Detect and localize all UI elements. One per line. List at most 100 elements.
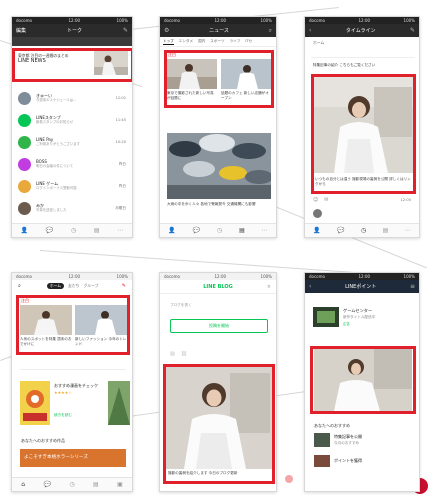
phone-screen-home: docomo 12:00 100% ⌕ ホーム 友だち グループ ✎ 注目 人気… (11, 272, 133, 492)
link-icon[interactable]: ⛓ (181, 351, 187, 357)
timeline-header: ‹ タイムライン ✎ (305, 24, 419, 37)
timeline-tab[interactable]: ホーム (313, 40, 324, 46)
chat-preview: 明日の会議の件について (36, 164, 74, 169)
chat-time: 12:01 (115, 96, 126, 100)
clock-label: 12:00 (214, 274, 227, 279)
carrier-label: docomo (309, 274, 325, 279)
tab-groups[interactable]: グループ (83, 283, 98, 289)
ad-title[interactable]: ゲームセンター (343, 308, 372, 314)
more-icon[interactable]: ⋯ (262, 227, 268, 234)
phone-screen-news: docomo 12:00 100% ⚙ ニュース ⌕ トップ エンタメ 国内 ス… (159, 16, 277, 238)
friends-icon[interactable]: 👤 (313, 227, 320, 234)
editor-tools: ▨ ⛓ (170, 351, 187, 357)
manga-cover[interactable] (108, 381, 130, 425)
avatar (18, 201, 31, 215)
tab-life[interactable]: ライフ (230, 39, 241, 44)
ad-tag: 広告 (343, 322, 350, 326)
tab-friends[interactable]: 友だち (68, 283, 79, 289)
wallet-icon[interactable]: ▣ (117, 481, 123, 488)
status-bar: docomo 12:00 100% (12, 17, 132, 24)
friends-icon[interactable]: 👤 (21, 227, 28, 234)
manga-more-link[interactable]: 続きを読む (54, 413, 72, 418)
chat-row[interactable]: LINE Pay ご利用ありがとうございます 10:20 (18, 132, 126, 152)
news-icon[interactable]: ▤ (239, 227, 245, 234)
chat-time: 11:45 (115, 118, 126, 122)
timeline-icon[interactable]: ◷ (217, 227, 222, 234)
home-icon[interactable]: ⌂ (21, 481, 25, 488)
chat-preview: 今週末のスケジュールは… (36, 98, 77, 103)
manga-cover[interactable] (20, 381, 50, 425)
friends-icon[interactable]: 👤 (168, 227, 175, 234)
ad-thumbnail[interactable] (313, 307, 339, 327)
avatar (18, 91, 31, 105)
chat-row[interactable]: LINE ゲーム ログインボーナス受取可能 昨日 (18, 176, 126, 196)
image-icon[interactable]: ▨ (170, 351, 175, 357)
tab-entame[interactable]: エンタメ (179, 39, 193, 44)
chat-icon[interactable]: 💬 (337, 227, 344, 234)
timeline-icon[interactable]: ◷ (69, 481, 74, 488)
news-icon[interactable]: ▤ (94, 227, 100, 234)
chat-time: 10:20 (115, 140, 126, 144)
carrier-label: docomo (16, 18, 32, 23)
carrier-label: docomo (164, 18, 180, 23)
page-title: タイムライン (345, 28, 376, 34)
bottom-nav: 👤 💬 ◷ ▤ ⋯ (305, 223, 419, 237)
search-icon[interactable]: ⌕ (269, 27, 272, 35)
menu-icon[interactable]: ≡ (410, 283, 415, 290)
tab-it[interactable]: ITセ (245, 39, 252, 44)
status-bar: docomo 12:00 100% (12, 273, 132, 280)
pen-icon[interactable]: ✎ (122, 283, 126, 289)
comment-icon[interactable]: ✉ (324, 197, 328, 203)
chat-row[interactable]: LINEスタンプ 新着スタンプのお知らせ 11:45 (18, 110, 126, 130)
item-thumbnail (314, 433, 330, 447)
close-icon[interactable]: × (267, 284, 271, 290)
post-time: 12:00 (400, 198, 411, 202)
chat-icon[interactable]: 💬 (193, 227, 200, 234)
tab-sports[interactable]: スポーツ (210, 39, 224, 44)
more-icon[interactable]: ⋯ (117, 227, 123, 234)
like-icon[interactable]: ☺ (313, 197, 318, 203)
post-actions: ☺ ✉ (313, 197, 328, 203)
chat-row[interactable]: BOSS 明日の会議の件について 昨日 (18, 154, 126, 174)
chat-icon[interactable]: 💬 (46, 227, 53, 234)
timeline-icon[interactable]: ◷ (71, 227, 76, 234)
chat-preview: ご利用ありがとうございます (36, 142, 81, 147)
tab-home[interactable]: ホーム (46, 283, 65, 289)
phone-screen-points: docomo 12:00 100% ‹ LINEポイント ≡ ゲームセンター 新… (304, 272, 420, 492)
timeline-icon[interactable]: ◷ (361, 227, 366, 234)
clock-label: 12:00 (68, 274, 81, 279)
back-icon[interactable]: ‹ (309, 27, 311, 34)
settings-icon[interactable]: ⚙ (164, 27, 169, 34)
tab-domestic[interactable]: 国内 (198, 39, 205, 44)
page-title: LINEポイント (345, 284, 377, 290)
avatar (18, 113, 31, 127)
avatar (18, 157, 31, 171)
rain-crowd-photo[interactable] (167, 133, 271, 199)
more-icon[interactable]: ⋯ (405, 227, 411, 234)
promo-banner[interactable]: よこそすぎ本格ホラーシリーズ (20, 449, 126, 467)
news-caption: 大雨の中を歩く人々 各地で警報発令 交通機関にも影響 (167, 202, 256, 206)
news-icon[interactable]: ▤ (93, 481, 99, 488)
back-icon[interactable]: ‹ (309, 283, 311, 290)
start-post-button[interactable]: 投稿を開始 (170, 319, 268, 333)
field-label: ブログを書く (170, 303, 192, 307)
tab-top[interactable]: トップ (163, 39, 174, 45)
page-title: トーク (66, 28, 82, 34)
item-title[interactable]: 特集記事を公開 (334, 434, 362, 440)
battery-label: 100% (116, 18, 128, 23)
clock-label: 12:00 (68, 18, 81, 23)
status-bar: docomo 12:00 100% (305, 17, 419, 24)
news-icon[interactable]: ▤ (383, 227, 389, 234)
edit-button[interactable]: 編集 (16, 27, 26, 34)
chat-row[interactable]: みか 写真を送信しました 月曜日 (18, 198, 126, 218)
compose-icon[interactable]: ✎ (123, 27, 128, 34)
manga-title[interactable]: おすすめ漫画をチェック (54, 383, 104, 389)
chat-row[interactable]: きゅーい 今週末のスケジュールは… 12:01 (18, 88, 126, 108)
search-icon[interactable]: ⌕ (18, 283, 21, 289)
post-icon[interactable]: ✎ (410, 27, 415, 34)
item-title[interactable]: ポイントを獲得 (334, 458, 362, 464)
search-strip (12, 37, 132, 46)
chat-icon[interactable]: 💬 (43, 481, 50, 488)
chat-preview: 新着スタンプのお知らせ (36, 120, 74, 125)
chat-preview: ログインボーナス受取可能 (36, 186, 77, 191)
